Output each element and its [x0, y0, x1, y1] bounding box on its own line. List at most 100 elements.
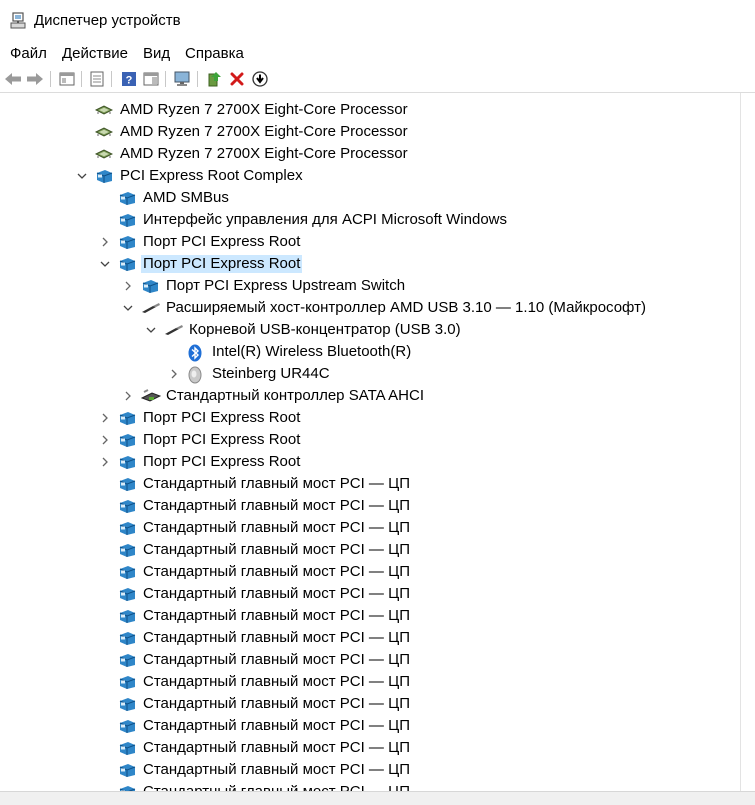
tree-row-label: Стандартный главный мост PCI — ЦП	[143, 739, 410, 756]
pci-device-icon	[118, 520, 136, 536]
tree-row-label: Стандартный главный мост PCI — ЦП	[143, 629, 410, 646]
tree-row[interactable]: Корневой USB-концентратор (USB 3.0)	[0, 319, 740, 341]
tree-row[interactable]: Стандартный главный мост PCI — ЦП	[0, 715, 740, 737]
tree-row-label: AMD SMBus	[143, 189, 229, 206]
tree-row-label: Стандартный главный мост PCI — ЦП	[141, 783, 412, 791]
tree-row[interactable]: Steinberg UR44C	[0, 363, 740, 385]
tree-row[interactable]: Интерфейс управления для ACPI Microsoft …	[0, 209, 740, 231]
tree-row[interactable]: Стандартный главный мост PCI — ЦП	[0, 517, 740, 539]
tree-row[interactable]: Стандартный главный мост PCI — ЦП	[0, 495, 740, 517]
tree-row-label: Порт PCI Express Root	[143, 409, 301, 426]
vertical-scrollbar[interactable]	[741, 93, 755, 791]
cpu-icon	[94, 124, 114, 140]
chevron-right-icon[interactable]	[122, 279, 134, 293]
chevron-right-icon[interactable]	[99, 455, 111, 469]
menu-file[interactable]: Файл	[10, 45, 47, 62]
tree-row[interactable]: Стандартный главный мост PCI — ЦП	[0, 605, 740, 627]
chevron-down-icon[interactable]	[76, 169, 88, 183]
pci-device-icon	[118, 718, 136, 734]
tree-row-label: AMD Ryzen 7 2700X Eight-Core Processor	[120, 145, 408, 162]
tree-row[interactable]: Intel(R) Wireless Bluetooth(R)	[0, 341, 740, 363]
tree-row[interactable]: AMD SMBus	[0, 187, 740, 209]
toolbar-separator	[50, 71, 51, 87]
window-title: Диспетчер устройств	[34, 12, 181, 29]
chevron-down-icon[interactable]	[122, 301, 134, 315]
toolbar-separator	[111, 71, 112, 87]
console-tree-icon[interactable]	[87, 69, 107, 89]
tree-row[interactable]: Порт PCI Express Root	[0, 253, 740, 275]
device-tree[interactable]: AMD Ryzen 7 2700X Eight-Core Processor AM…	[0, 93, 741, 791]
back-icon[interactable]	[3, 69, 23, 89]
storage-controller-icon	[140, 388, 162, 404]
menu-view[interactable]: Вид	[143, 45, 170, 62]
tree-row-label: Стандартный главный мост PCI — ЦП	[143, 519, 410, 536]
menu-help[interactable]: Справка	[185, 45, 244, 62]
tree-row-label: Стандартный главный мост PCI — ЦП	[143, 541, 410, 558]
pci-device-icon	[118, 234, 136, 250]
tree-row-label: Стандартный главный мост PCI — ЦП	[143, 695, 410, 712]
pci-device-icon	[118, 784, 136, 791]
monitor-icon[interactable]	[172, 69, 192, 89]
tree-row[interactable]: AMD Ryzen 7 2700X Eight-Core Processor	[0, 99, 740, 121]
tree-row-label: Стандартный главный мост PCI — ЦП	[143, 563, 410, 580]
tree-row[interactable]: Стандартный главный мост PCI — ЦП	[0, 671, 740, 693]
tree-row-label: AMD Ryzen 7 2700X Eight-Core Processor	[120, 123, 408, 140]
tree-row[interactable]: AMD Ryzen 7 2700X Eight-Core Processor	[0, 121, 740, 143]
chevron-right-icon[interactable]	[99, 433, 111, 447]
download-icon[interactable]	[250, 69, 270, 89]
tree-row[interactable]: Стандартный главный мост PCI — ЦП	[0, 693, 740, 715]
pci-device-icon	[118, 608, 136, 624]
tree-row-label: Intel(R) Wireless Bluetooth(R)	[212, 343, 412, 360]
tree-row[interactable]: Стандартный главный мост PCI — ЦП	[0, 473, 740, 495]
pci-device-icon	[118, 564, 136, 580]
tree-row[interactable]: Расширяемый хост-контроллер AMD USB 3.10…	[0, 297, 740, 319]
tree-row[interactable]: Стандартный главный мост PCI — ЦП	[0, 539, 740, 561]
tree-row[interactable]: AMD Ryzen 7 2700X Eight-Core Processor	[0, 143, 740, 165]
pci-device-icon	[118, 652, 136, 668]
tree-row-label: Порт PCI Express Root	[141, 255, 303, 273]
tree-row[interactable]: Порт PCI Express Root	[0, 451, 740, 473]
chevron-down-icon[interactable]	[145, 323, 157, 337]
tree-row[interactable]: Порт PCI Express Root	[0, 429, 740, 451]
tree-row-label: PCI Express Root Complex	[120, 167, 303, 184]
chevron-right-icon[interactable]	[122, 389, 134, 403]
action-pane-icon[interactable]	[141, 69, 161, 89]
tree-row[interactable]: Порт PCI Express Root	[0, 407, 740, 429]
pci-device-icon	[118, 586, 136, 602]
tree-row[interactable]: PCI Express Root Complex	[0, 165, 740, 187]
toolbar-separator	[197, 71, 198, 87]
chevron-right-icon[interactable]	[99, 235, 111, 249]
tree-row[interactable]: Стандартный контроллер SATA AHCI	[0, 385, 740, 407]
forward-icon[interactable]	[25, 69, 45, 89]
pci-device-icon	[95, 168, 113, 184]
svg-text:?: ?	[126, 75, 133, 87]
chevron-right-icon[interactable]	[99, 411, 111, 425]
update-driver-icon[interactable]	[204, 69, 224, 89]
tree-row-label: Steinberg UR44C	[212, 365, 330, 382]
menu-action[interactable]: Действие	[62, 45, 128, 62]
tree-row[interactable]: Порт PCI Express Root	[0, 231, 740, 253]
tree-row-label: Стандартный главный мост PCI — ЦП	[143, 673, 410, 690]
tree-row[interactable]: Стандартный главный мост PCI — ЦП	[0, 737, 740, 759]
properties-pane-icon[interactable]	[57, 69, 77, 89]
tree-row[interactable]: Порт PCI Express Upstream Switch	[0, 275, 740, 297]
tree-row-label: Порт PCI Express Root	[143, 233, 301, 250]
tree-row[interactable]: Стандартный главный мост PCI — ЦП	[0, 561, 740, 583]
tree-row[interactable]: Стандартный главный мост PCI — ЦП	[0, 627, 740, 649]
status-bar	[0, 791, 755, 805]
pci-device-icon	[118, 762, 136, 778]
tree-row[interactable]: Стандартный главный мост PCI — ЦП	[0, 759, 740, 781]
tree-row[interactable]: Стандартный главный мост PCI — ЦП	[0, 583, 740, 605]
chevron-right-icon[interactable]	[168, 367, 180, 381]
tree-row-label: Порт PCI Express Root	[143, 453, 301, 470]
tree-row[interactable]: Стандартный главный мост PCI — ЦП	[0, 649, 740, 671]
pci-device-icon	[118, 256, 136, 272]
tree-row[interactable]: Стандартный главный мост PCI — ЦП	[0, 781, 740, 791]
uninstall-icon[interactable]	[227, 69, 247, 89]
help-icon[interactable]: ?	[119, 69, 139, 89]
pci-device-icon	[118, 190, 136, 206]
tree-row-label: Стандартный главный мост PCI — ЦП	[143, 607, 410, 624]
chevron-down-icon[interactable]	[99, 257, 111, 271]
tree-row-label: Стандартный главный мост PCI — ЦП	[143, 497, 410, 514]
tree-row-label: Порт PCI Express Root	[143, 431, 301, 448]
